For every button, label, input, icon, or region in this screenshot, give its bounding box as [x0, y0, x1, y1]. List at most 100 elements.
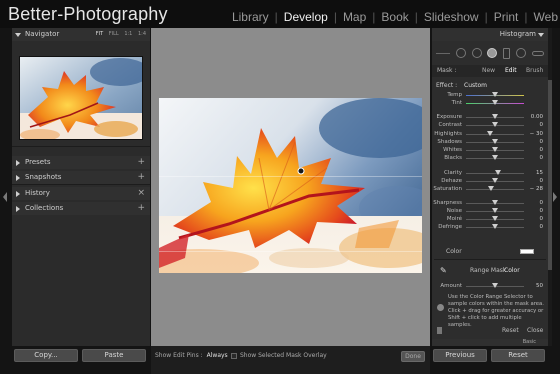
slider-knob[interactable]: [492, 147, 498, 152]
snapshots-header[interactable]: Snapshots +: [12, 171, 150, 184]
slider-clarity[interactable]: Clarity 15: [432, 169, 548, 177]
photo-preview[interactable]: [159, 98, 422, 273]
crop-tool-icon[interactable]: [455, 48, 466, 58]
mask-new[interactable]: New: [482, 65, 495, 77]
mask-overlay-checkbox[interactable]: [231, 353, 237, 359]
slider-dehaze[interactable]: Dehaze 0: [432, 177, 548, 185]
previous-button[interactable]: Previous: [433, 349, 487, 362]
right-panel-scrollbar[interactable]: [548, 28, 552, 346]
slider-knob[interactable]: [492, 114, 498, 119]
right-panel-toggle-icon[interactable]: [553, 192, 559, 202]
leaf-thumbnail-image: [20, 57, 142, 139]
adjustment-brush-tool-icon[interactable]: [531, 50, 544, 56]
module-library[interactable]: Library: [226, 10, 275, 24]
slider-tint[interactable]: Tint: [432, 99, 548, 107]
slider-knob[interactable]: [494, 170, 501, 175]
divider: [12, 184, 150, 185]
slider-knob[interactable]: [487, 131, 494, 136]
slider-amount[interactable]: Amount 50: [432, 282, 548, 290]
slider-value: 0: [539, 155, 544, 161]
slider-label: Saturation: [433, 186, 462, 192]
slider-knob[interactable]: [492, 139, 498, 144]
slider-moire[interactable]: Moiré 0: [432, 215, 548, 223]
slider-saturation[interactable]: Saturation − 28: [432, 185, 548, 193]
slider-highlights[interactable]: Highlights − 30: [432, 130, 548, 138]
slider-shadows[interactable]: Shadows 0: [432, 138, 548, 146]
navigator-preview[interactable]: [19, 56, 143, 140]
basic-panel-header[interactable]: Basic: [432, 339, 548, 346]
slider-defringe[interactable]: Defringe 0: [432, 223, 548, 231]
slider-noise[interactable]: Noise 0: [432, 207, 548, 215]
add-collection-icon[interactable]: +: [137, 202, 145, 215]
red-eye-tool-icon[interactable]: [487, 48, 498, 58]
zoom-fill[interactable]: FILL: [109, 31, 119, 37]
done-button[interactable]: Done: [401, 351, 425, 362]
module-develop[interactable]: Develop: [278, 10, 334, 24]
slider-contrast[interactable]: Contrast 0: [432, 121, 548, 129]
mask-close-button[interactable]: Close: [527, 327, 543, 334]
paste-settings-button[interactable]: Paste: [82, 349, 146, 362]
slider-exposure[interactable]: Exposure 0.00: [432, 113, 548, 121]
slider-knob[interactable]: [492, 208, 498, 213]
left-panel-toggle-icon[interactable]: [1, 192, 7, 202]
color-swatch[interactable]: [520, 249, 534, 254]
slider-knob[interactable]: [492, 283, 498, 288]
color-picker-icon[interactable]: ✎: [440, 266, 447, 275]
graduated-filter-tool-icon[interactable]: [503, 47, 511, 59]
slider-label: Whites: [443, 147, 462, 153]
navigator-header[interactable]: Navigator FIT FILL 1:1 1:4: [12, 28, 150, 41]
zoom-1-4[interactable]: 1:4: [138, 31, 146, 37]
slider-sharpness[interactable]: Sharpness 0: [432, 199, 548, 207]
mask-brush[interactable]: Brush: [526, 65, 543, 77]
zoom-fit[interactable]: FIT: [96, 31, 103, 37]
range-mask-select[interactable]: Color: [504, 267, 520, 274]
color-label: Color: [446, 248, 462, 255]
color-row: Color: [432, 247, 548, 257]
slider-label: Contrast: [438, 122, 462, 128]
slider-blacks[interactable]: Blacks 0: [432, 154, 548, 162]
zoom-1-1[interactable]: 1:1: [124, 31, 132, 37]
slider-value: 0: [539, 139, 544, 145]
module-web[interactable]: Web: [528, 10, 560, 24]
slider-whites[interactable]: Whites 0: [432, 146, 548, 154]
slider-value: 0: [539, 208, 544, 214]
image-canvas: [151, 28, 430, 346]
collections-header[interactable]: Collections +: [12, 202, 150, 215]
module-slideshow[interactable]: Slideshow: [418, 10, 485, 24]
expand-triangle-icon: [16, 191, 20, 197]
slider-knob[interactable]: [492, 122, 498, 127]
radial-filter-tool-icon[interactable]: [516, 48, 527, 58]
clear-history-icon[interactable]: ×: [137, 187, 145, 200]
add-snapshot-icon[interactable]: +: [137, 171, 145, 184]
slider-knob[interactable]: [487, 186, 494, 191]
reset-button[interactable]: Reset: [491, 349, 545, 362]
presets-header[interactable]: Presets +: [12, 156, 150, 169]
toggle-switch-icon[interactable]: [437, 327, 442, 334]
copy-settings-button[interactable]: Copy...: [14, 349, 78, 362]
add-preset-icon[interactable]: +: [137, 156, 145, 169]
slider-knob[interactable]: [492, 216, 498, 221]
slider-track[interactable]: [466, 133, 524, 135]
presets-label: Presets: [25, 158, 51, 166]
effect-preset-select[interactable]: Custom: [464, 82, 487, 89]
slider-track[interactable]: [466, 188, 524, 190]
collections-label: Collections: [25, 204, 64, 212]
mask-edit[interactable]: Edit: [505, 65, 517, 77]
slider-knob[interactable]: [492, 178, 498, 183]
module-map[interactable]: Map: [337, 10, 372, 24]
slider-knob[interactable]: [492, 200, 498, 205]
edit-pins-control[interactable]: Show Edit Pins : Always: [155, 352, 228, 359]
mask-reset-button[interactable]: Reset: [502, 327, 519, 334]
spot-removal-tool-icon[interactable]: [471, 48, 482, 58]
module-book[interactable]: Book: [375, 10, 414, 24]
slider-temp[interactable]: Temp: [432, 91, 548, 99]
slider-knob[interactable]: [492, 224, 498, 229]
slider-knob[interactable]: [492, 100, 498, 105]
edit-pins-select[interactable]: Always: [207, 352, 228, 359]
slider-knob[interactable]: [492, 155, 498, 160]
history-header[interactable]: History ×: [12, 187, 150, 200]
histogram-header[interactable]: Histogram: [432, 28, 548, 41]
scrollbar-thumb[interactable]: [548, 80, 552, 270]
module-print[interactable]: Print: [488, 10, 525, 24]
slider-knob[interactable]: [492, 92, 498, 97]
